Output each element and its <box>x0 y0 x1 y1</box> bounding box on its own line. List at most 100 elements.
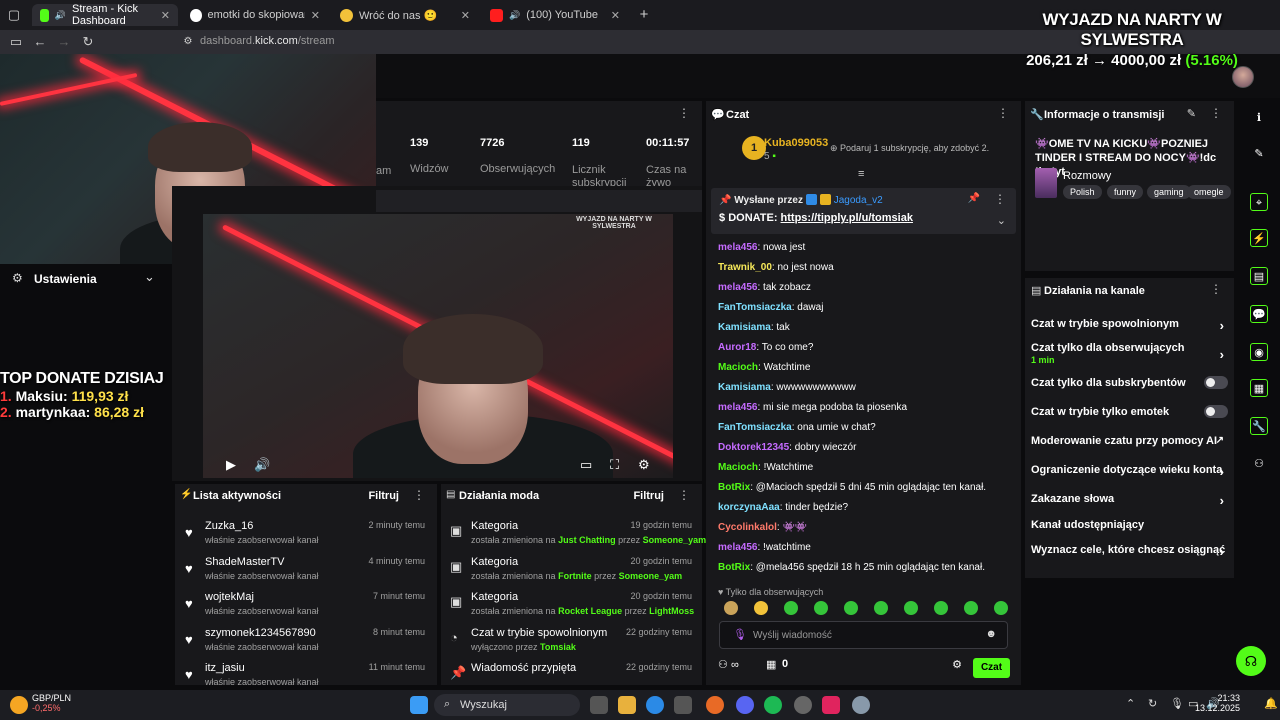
list-item[interactable]: ▣ Kategoria została zmieniona na Just Chat… <box>441 520 706 554</box>
bolt-icon[interactable]: ⚡ <box>1250 229 1268 247</box>
action-emote-only[interactable]: Czat w trybie tylko emotek <box>1031 405 1228 418</box>
chat-message[interactable]: FanTomsiaczka: dawaj <box>718 302 823 313</box>
tab-actions-icon[interactable]: ▢ <box>6 7 22 23</box>
action-subscribers-only[interactable]: Czat tylko dla subskrybentów <box>1031 376 1228 389</box>
theater-mode-icon[interactable]: ▭ <box>580 457 592 473</box>
discord-icon[interactable] <box>736 696 754 714</box>
emoji-picker-icon[interactable]: ☻ <box>985 628 997 640</box>
windows-start-icon[interactable] <box>410 696 428 714</box>
chevron-down-icon[interactable]: ⌄ <box>997 214 1006 227</box>
chat-username[interactable]: korczynaAaa <box>718 502 780 513</box>
chat-message[interactable]: mela456: tak zobacz <box>718 282 811 293</box>
subscribers-only-toggle[interactable] <box>1204 376 1228 389</box>
chat-message[interactable]: Auror18: To co ome? <box>718 342 813 353</box>
chat-message[interactable]: Kamisiama: tak <box>718 322 790 333</box>
chat-message[interactable]: BotRix: @Macioch spędził 5 dni 45 min og… <box>718 482 986 493</box>
chat-username[interactable]: FanTomsiaczka <box>718 422 792 433</box>
edge-icon[interactable] <box>646 696 664 714</box>
action-banned-words[interactable]: Zakazane słowa › <box>1031 493 1228 508</box>
mod-actions-filter-button[interactable]: Filtruj <box>633 490 664 502</box>
chat-message[interactable]: Doktorek12345: dobry wieczór <box>718 442 856 453</box>
chat-username[interactable]: mela456 <box>718 402 757 413</box>
chat-username[interactable]: Doktorek12345 <box>718 442 789 453</box>
gift-box-icon[interactable]: ▦ <box>1250 379 1268 397</box>
play-icon[interactable]: ▶ <box>226 457 236 473</box>
tab-wroc-do-nas[interactable]: Wróć do nas 🙂 ✕ <box>332 4 478 26</box>
action-account-age[interactable]: Ograniczenie dotyczące wieku konta › <box>1031 464 1228 479</box>
more-icon[interactable]: ⋮ <box>997 106 1009 120</box>
chat-settings-icon[interactable]: ⚙ <box>952 658 962 671</box>
action-followers-only[interactable]: Czat tylko dla obserwujących 1 min › <box>1031 342 1228 365</box>
gift-leader-name[interactable]: Kuba099053 <box>764 137 828 149</box>
chat-message[interactable]: Macioch: !Watchtime <box>718 462 813 473</box>
edit-icon[interactable]: ✎ <box>1187 107 1196 120</box>
emote-icon[interactable] <box>814 601 828 615</box>
gift-box-icon[interactable]: ▦ <box>766 658 776 671</box>
list-item[interactable]: ♥ itz_jasiu właśnie zaobserwował kanał 11 m… <box>175 662 437 685</box>
unpin-icon[interactable]: 📌 <box>968 193 980 204</box>
document-icon[interactable]: ▤ <box>1250 267 1268 285</box>
list-item[interactable]: ◔ Czat w trybie spowolnionym wyłączono prz… <box>441 627 702 661</box>
support-chat-icon[interactable]: ☊ <box>1236 646 1266 676</box>
pinned-user[interactable]: Jagoda_v2 <box>834 195 883 206</box>
tray-chevron-icon[interactable]: ⌃ <box>1126 697 1135 710</box>
broadcast-icon[interactable]: ◉ <box>1250 343 1268 361</box>
app-icon[interactable] <box>674 696 692 714</box>
close-tab-icon[interactable]: ✕ <box>461 9 470 22</box>
tab-youtube[interactable]: 🔊 (100) YouTube ✕ <box>482 4 628 26</box>
users-icon[interactable]: ⚇ <box>718 659 728 671</box>
more-icon[interactable]: ⋮ <box>413 488 425 502</box>
forward-icon[interactable]: → <box>56 34 72 50</box>
emote-icon[interactable] <box>934 601 948 615</box>
chat-message[interactable]: Cycolinkalol: 👾👾 <box>718 522 807 533</box>
microphone-icon[interactable]: 🎙 <box>733 628 747 641</box>
volume-icon[interactable]: 🔊 <box>254 457 270 473</box>
chat-username[interactable]: Macioch <box>718 462 758 473</box>
spotify-icon[interactable] <box>764 696 782 714</box>
player-settings-icon[interactable]: ⚙ <box>638 457 650 473</box>
file-explorer-icon[interactable] <box>618 696 636 714</box>
chat-username[interactable]: BotRix <box>718 562 750 573</box>
emote-icon[interactable] <box>844 601 858 615</box>
emote-icon[interactable] <box>724 601 738 615</box>
back-icon[interactable]: ← <box>32 34 48 50</box>
chat-username[interactable]: mela456 <box>718 282 757 293</box>
chat-username[interactable]: FanTomsiaczka <box>718 302 792 313</box>
chat-message[interactable]: Trawnik_00: no jest nowa <box>718 262 834 273</box>
list-item[interactable]: ♥ szymonek1234567890 właśnie zaobserwował … <box>175 627 437 661</box>
obs-icon[interactable] <box>794 696 812 714</box>
chat-message[interactable]: korczynaAaa: tinder będzie? <box>718 502 848 513</box>
notifications-icon[interactable]: 🔔 <box>1264 697 1278 710</box>
emote-icon[interactable] <box>784 601 798 615</box>
settings-toggle[interactable]: ⚙ Ustawienia ⌄ <box>0 264 172 292</box>
settings-app-icon[interactable] <box>852 696 870 714</box>
chat-username[interactable]: mela456 <box>718 542 757 553</box>
more-icon[interactable]: ⋮ <box>678 106 690 120</box>
list-item[interactable]: ♥ Zuzka_16 właśnie zaobserwował kanał 2 min… <box>175 520 437 554</box>
focus-icon[interactable]: ⌖ <box>1250 193 1268 211</box>
emote-icon[interactable] <box>964 601 978 615</box>
chat-message[interactable]: BotRix: @mela456 spędził 18 h 25 min ogl… <box>718 562 985 573</box>
chat-username[interactable]: Auror18 <box>718 342 756 353</box>
send-chat-button[interactable]: Czat <box>973 658 1010 678</box>
emote-icon[interactable] <box>754 601 768 615</box>
list-item[interactable]: ▣ Kategoria została zmieniona na Fortnite … <box>441 556 702 590</box>
pinned-link[interactable]: https://tipply.pl/u/tomsiak <box>781 212 913 224</box>
close-tab-icon[interactable]: ✕ <box>311 9 320 22</box>
emote-only-toggle[interactable] <box>1204 405 1228 418</box>
users-icon[interactable]: ⚇ <box>1250 455 1268 473</box>
chat-username[interactable]: Kamisiama <box>718 322 771 333</box>
stock-ticker-icon[interactable] <box>10 696 28 714</box>
edit-icon[interactable]: ✎ <box>1250 145 1268 163</box>
chat-message[interactable]: mela456: nowa jest <box>718 242 805 253</box>
chat-username[interactable]: Trawnik_00 <box>718 262 772 273</box>
chat-username[interactable]: mela456 <box>718 242 757 253</box>
site-info-icon[interactable]: ⚙ <box>180 34 196 50</box>
list-item[interactable]: ♥ wojtekMaj właśnie zaobserwował kanał 7 mi… <box>175 591 437 625</box>
info-icon[interactable]: ℹ <box>1250 109 1268 127</box>
list-item[interactable]: ♥ ShadeMasterTV właśnie zaobserwował kanał… <box>175 556 437 590</box>
activity-filter-button[interactable]: Filtruj <box>368 490 399 502</box>
chat-username[interactable]: Macioch <box>718 362 758 373</box>
new-tab-icon[interactable]: + <box>636 7 652 23</box>
chat-username[interactable]: Kamisiama <box>718 382 771 393</box>
